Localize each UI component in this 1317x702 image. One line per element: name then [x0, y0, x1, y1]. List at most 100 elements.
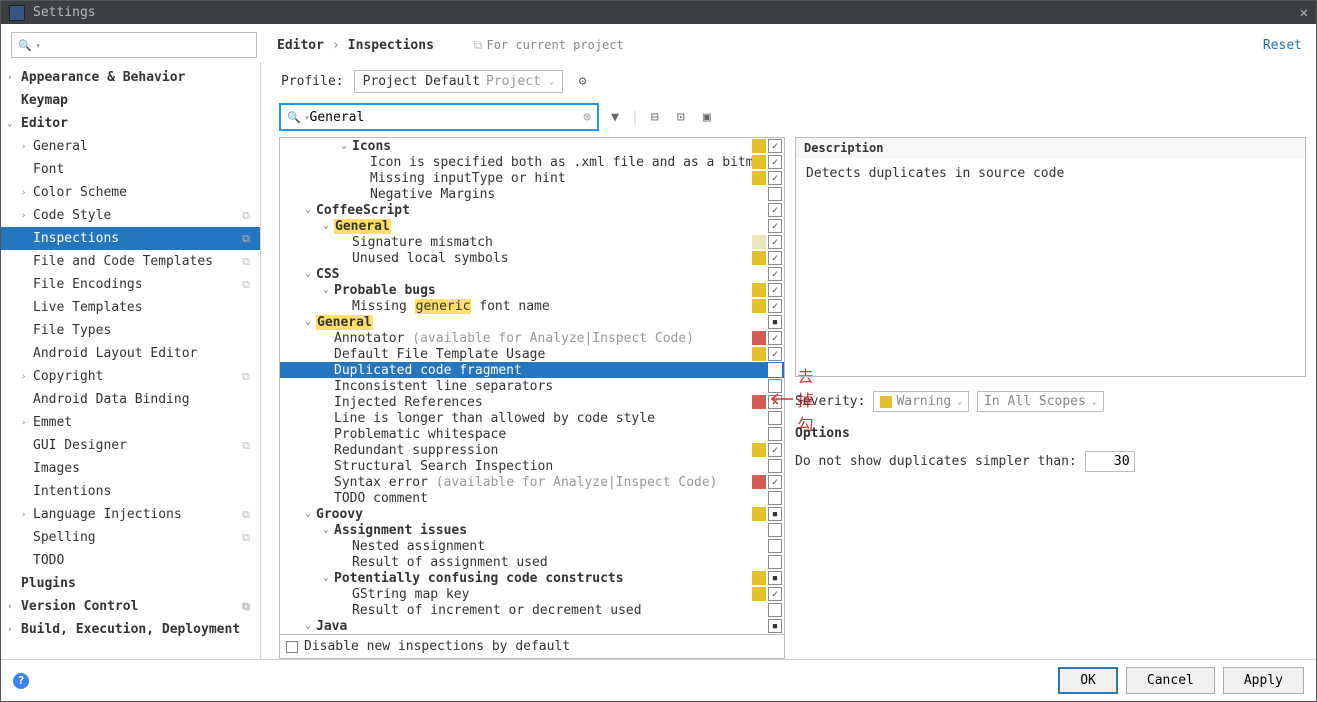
sidebar-item[interactable]: Inspections⧉ [1, 227, 260, 250]
tree-checkbox[interactable] [768, 619, 782, 633]
reset-link[interactable]: Reset [1263, 38, 1306, 53]
tree-row[interactable]: ⌄CSS [280, 266, 784, 282]
tree-checkbox[interactable] [768, 315, 782, 329]
tree-checkbox[interactable] [768, 219, 782, 233]
tree-row[interactable]: Redundant suppression [280, 442, 784, 458]
disable-new-checkbox[interactable] [286, 641, 298, 653]
tree-row[interactable]: ⌄Potentially confusing code constructs [280, 570, 784, 586]
tree-checkbox[interactable] [768, 443, 782, 457]
tree-checkbox[interactable] [768, 459, 782, 473]
sidebar-item[interactable]: ›Language Injections⧉ [1, 503, 260, 526]
tree-checkbox[interactable] [768, 491, 782, 505]
tree-row[interactable]: Problematic whitespace [280, 426, 784, 442]
tree-row[interactable]: ⌄Java [280, 618, 784, 634]
tree-checkbox[interactable] [768, 235, 782, 249]
tree-row[interactable]: ⌄General [280, 314, 784, 330]
sidebar-item[interactable]: File and Code Templates⧉ [1, 250, 260, 273]
tree-checkbox[interactable] [768, 171, 782, 185]
sidebar-item[interactable]: Images [1, 457, 260, 480]
sidebar-item[interactable]: Font [1, 158, 260, 181]
help-icon[interactable]: ? [13, 673, 29, 689]
tree-checkbox[interactable] [768, 379, 782, 393]
tree-row[interactable]: ⌄Assignment issues [280, 522, 784, 538]
tree-checkbox[interactable] [768, 331, 782, 345]
scope-select[interactable]: In All Scopes ⌄ [977, 391, 1104, 412]
options-value-input[interactable] [1085, 451, 1135, 472]
tree-checkbox[interactable] [768, 347, 782, 361]
tree-checkbox[interactable] [768, 555, 782, 569]
sidebar-item[interactable]: Android Data Binding [1, 388, 260, 411]
tree-row[interactable]: Inconsistent line separators [280, 378, 784, 394]
tree-row[interactable]: Syntax error (available for Analyze|Insp… [280, 474, 784, 490]
tree-row[interactable]: Signature mismatch [280, 234, 784, 250]
tree-checkbox[interactable] [768, 267, 782, 281]
tree-checkbox[interactable] [768, 395, 782, 409]
sidebar-item[interactable]: ⌄Editor [1, 112, 260, 135]
sidebar-item[interactable]: ›Emmet [1, 411, 260, 434]
collapse-all-icon[interactable]: ⊡ [671, 107, 691, 127]
tree-row[interactable]: Missing inputType or hint [280, 170, 784, 186]
tree-checkbox[interactable] [768, 411, 782, 425]
tree-row[interactable]: Result of increment or decrement used [280, 602, 784, 618]
tree-row[interactable]: TODO comment [280, 490, 784, 506]
sidebar-item[interactable]: ›Code Style⧉ [1, 204, 260, 227]
severity-select[interactable]: Warning ⌄ [873, 391, 969, 412]
tree-row[interactable]: Default File Template Usage [280, 346, 784, 362]
sidebar-item[interactable]: ›Build, Execution, Deployment [1, 618, 260, 641]
tree-row[interactable]: Missing generic font name [280, 298, 784, 314]
apply-button[interactable]: Apply [1223, 667, 1304, 694]
tree-checkbox[interactable] [768, 299, 782, 313]
tree-row[interactable]: Unused local symbols [280, 250, 784, 266]
sidebar-item[interactable]: TODO [1, 549, 260, 572]
sidebar-item[interactable]: ›Appearance & Behavior [1, 66, 260, 89]
tree-row[interactable]: Icon is specified both as .xml file and … [280, 154, 784, 170]
tree-row[interactable]: ⌄General [280, 218, 784, 234]
tree-checkbox[interactable] [768, 427, 782, 441]
tree-checkbox[interactable] [768, 203, 782, 217]
tree-row[interactable]: ⌄Groovy [280, 506, 784, 522]
inspection-search-input[interactable] [310, 110, 584, 125]
tree-checkbox[interactable] [768, 507, 782, 521]
inspection-search[interactable]: 🔍▾ ⊗ [279, 103, 599, 131]
tree-row[interactable]: ⌄Icons [280, 138, 784, 154]
sidebar-search[interactable]: 🔍 ▾ [11, 32, 257, 58]
tree-checkbox[interactable] [768, 155, 782, 169]
tree-checkbox[interactable] [768, 363, 782, 377]
tree-checkbox[interactable] [768, 571, 782, 585]
sidebar-item[interactable]: Android Layout Editor [1, 342, 260, 365]
tree-checkbox[interactable] [768, 587, 782, 601]
tree-row[interactable]: Structural Search Inspection [280, 458, 784, 474]
sidebar-item[interactable]: GUI Designer⧉ [1, 434, 260, 457]
sidebar-item[interactable]: File Encodings⧉ [1, 273, 260, 296]
tree-row[interactable]: Negative Margins [280, 186, 784, 202]
tree-row[interactable]: Duplicated code fragment [280, 362, 784, 378]
close-icon[interactable]: ✕ [1300, 5, 1308, 21]
tree-checkbox[interactable] [768, 187, 782, 201]
sidebar-item[interactable]: Plugins [1, 572, 260, 595]
sidebar-item[interactable]: Spelling⧉ [1, 526, 260, 549]
profile-select[interactable]: Project Default Project ⌄ [354, 70, 563, 93]
filter-icon[interactable]: ▼ [605, 107, 625, 127]
tree-row[interactable]: GString map key [280, 586, 784, 602]
sidebar-item[interactable]: ›Copyright⧉ [1, 365, 260, 388]
cancel-button[interactable]: Cancel [1126, 667, 1215, 694]
tree-row[interactable]: ⌄CoffeeScript [280, 202, 784, 218]
tree-checkbox[interactable] [768, 539, 782, 553]
sidebar-item[interactable]: Live Templates [1, 296, 260, 319]
gear-icon[interactable]: ⚙ [573, 72, 593, 92]
sidebar-item[interactable]: ›Color Scheme [1, 181, 260, 204]
sidebar-item[interactable]: Keymap [1, 89, 260, 112]
tree-row[interactable]: ⌄Probable bugs [280, 282, 784, 298]
tree-checkbox[interactable] [768, 251, 782, 265]
tree-row[interactable]: Annotator (available for Analyze|Inspect… [280, 330, 784, 346]
tree-checkbox[interactable] [768, 283, 782, 297]
ok-button[interactable]: OK [1058, 667, 1118, 694]
clear-icon[interactable]: ⊗ [583, 110, 591, 125]
tree-checkbox[interactable] [768, 523, 782, 537]
sidebar-item[interactable]: Intentions [1, 480, 260, 503]
tree-row[interactable]: Result of assignment used [280, 554, 784, 570]
tree-checkbox[interactable] [768, 475, 782, 489]
expand-all-icon[interactable]: ⊟ [645, 107, 665, 127]
tree-row[interactable]: Injected References [280, 394, 784, 410]
tree-checkbox[interactable] [768, 603, 782, 617]
